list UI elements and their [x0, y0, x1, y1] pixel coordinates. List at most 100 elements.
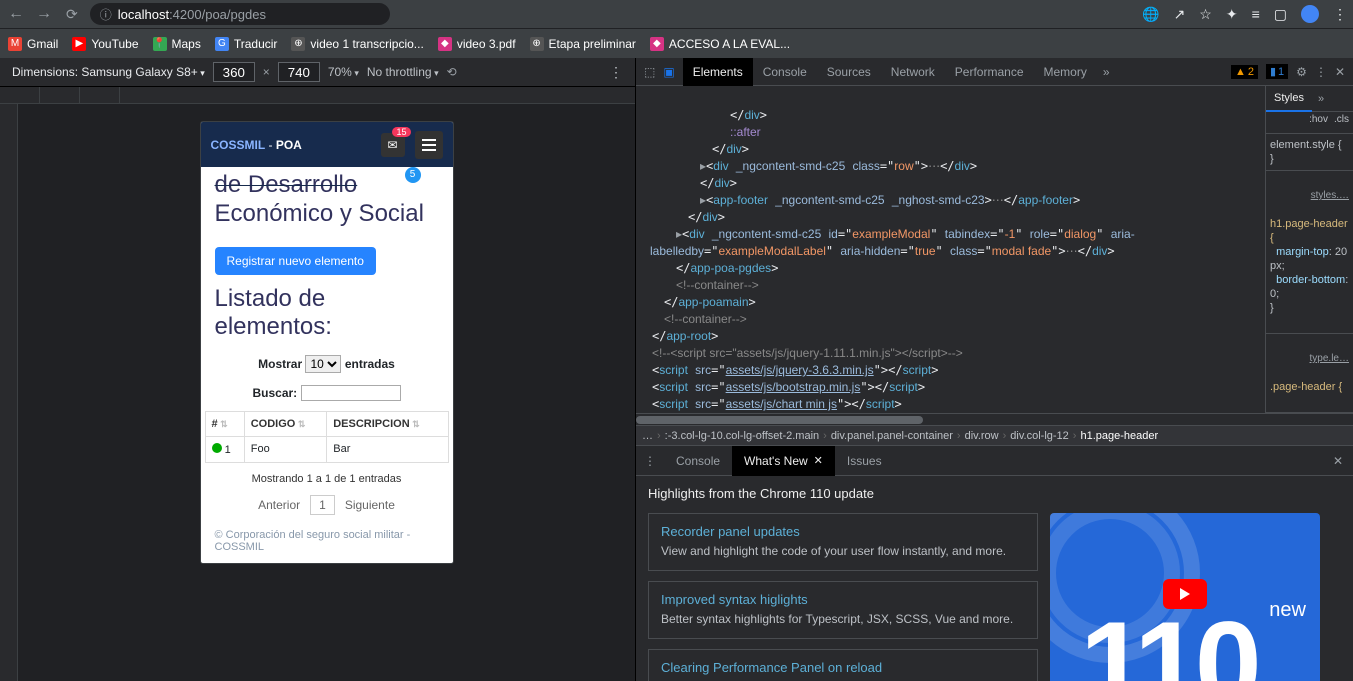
promo-new-label: new	[1269, 599, 1306, 622]
inspect-icon[interactable]: ⬚	[644, 65, 655, 79]
rotate-icon[interactable]: ⟲	[447, 65, 457, 79]
promo-version-label: 110	[1080, 595, 1256, 681]
datatable-length: Mostrar 10 entradas	[201, 349, 453, 379]
address-bar[interactable]: ⓘ localhost:4200/poa/pgdes	[90, 3, 390, 25]
dom-path-bar[interactable]: … ›:-3.col-lg-10.col-lg-offset-2.main›di…	[636, 425, 1353, 445]
whatsnew-card[interactable]: Improved syntax higlightsBetter syntax h…	[648, 581, 1038, 639]
devtools-menu-icon[interactable]: ⋮	[1315, 65, 1327, 79]
style-rule-block-2[interactable]: type.le… .page-header {	[1266, 334, 1353, 413]
devtools-tab-performance[interactable]: Performance	[945, 58, 1034, 86]
notification-badge: 15	[392, 127, 410, 137]
bookmark-item[interactable]: ◆ACCESO A LA EVAL...	[650, 37, 790, 51]
col-number[interactable]: #	[205, 411, 244, 436]
bookmarks-bar: MGmail ▶YouTube 📍Maps GTraducir ⊕video 1 tra…	[0, 28, 1353, 58]
devtools-drawer: ⋮ Console What's New✕ Issues ✕ Highlight…	[636, 445, 1353, 681]
bookmark-item[interactable]: GTraducir	[215, 37, 278, 51]
device-dropdown[interactable]: Dimensions: Samsung Galaxy S8+	[12, 65, 205, 79]
more-tabs-icon[interactable]: »	[1097, 65, 1116, 79]
hov-toggle[interactable]: :hov	[1309, 114, 1328, 131]
style-rule-block[interactable]: styles.… h1.page-header { margin-top: 20…	[1266, 171, 1353, 334]
devtools-tab-memory[interactable]: Memory	[1034, 58, 1097, 86]
issues-badge[interactable]: ▮1	[1266, 64, 1288, 79]
devtools-tab-network[interactable]: Network	[881, 58, 945, 86]
zoom-dropdown[interactable]: 70%	[328, 65, 359, 79]
page-length-select[interactable]: 10	[305, 355, 341, 373]
devtools-close-icon[interactable]: ✕	[1335, 65, 1345, 79]
whatsnew-card[interactable]: Clearing Performance Panel on reload	[648, 649, 1038, 681]
ruler-horizontal	[0, 86, 635, 104]
drawer-menu-icon[interactable]: ⋮	[636, 454, 664, 468]
extensions-icon[interactable]: ✦	[1226, 6, 1238, 23]
reading-list-icon[interactable]: ≡	[1252, 6, 1260, 22]
reload-icon[interactable]: ⟳	[66, 6, 78, 23]
element-style-block[interactable]: element.style { }	[1266, 134, 1353, 171]
hero-badge: 5	[405, 167, 421, 183]
devtools-tab-elements[interactable]: Elements	[683, 58, 753, 86]
styles-tab[interactable]: Styles	[1266, 86, 1312, 112]
search-input[interactable]	[301, 385, 401, 401]
back-icon[interactable]: ←	[6, 5, 26, 23]
app-top-bar: COSSMIL - POA ✉ 15	[201, 122, 453, 167]
translate-icon[interactable]: 🌐	[1142, 6, 1159, 23]
device-more-icon[interactable]: ⋮	[609, 64, 623, 81]
throttle-dropdown[interactable]: No throttling	[367, 65, 439, 79]
settings-icon[interactable]: ⚙	[1296, 65, 1307, 79]
bookmark-item[interactable]: ⊕Etapa preliminar	[530, 37, 636, 51]
close-tab-icon[interactable]: ✕	[814, 454, 823, 467]
bookmark-item[interactable]: MGmail	[8, 37, 58, 51]
whatsnew-video[interactable]: new 110	[1050, 513, 1320, 681]
whatsnew-headline: Highlights from the Chrome 110 update	[648, 486, 1341, 501]
register-button[interactable]: Registrar nuevo elemento	[215, 247, 376, 275]
menu-icon[interactable]: ⋮	[1333, 6, 1347, 23]
browser-chrome: ← → ⟳ ⓘ localhost:4200/poa/pgdes 🌐 ↗ ☆ ✦…	[0, 0, 1353, 28]
dom-tree[interactable]: </div> ::after </div> ▸<div _ngcontent-s…	[636, 86, 1265, 413]
warnings-badge[interactable]: ▲2	[1231, 65, 1258, 79]
menu-toggle-button[interactable]	[415, 131, 443, 159]
dom-scrollbar[interactable]	[636, 413, 1353, 425]
cls-toggle[interactable]: .cls	[1334, 114, 1349, 131]
bookmark-star-icon[interactable]: ☆	[1199, 6, 1212, 23]
device-height-input[interactable]	[278, 62, 320, 82]
device-toggle-icon[interactable]: ▣	[663, 65, 674, 79]
forward-icon[interactable]: →	[34, 5, 54, 23]
devtools-panel: ⬚ ▣ ElementsConsoleSourcesNetworkPerform…	[635, 58, 1353, 681]
col-code[interactable]: CODIGO	[244, 411, 327, 436]
whatsnew-card[interactable]: Recorder panel updatesView and highlight…	[648, 513, 1038, 571]
notifications-button[interactable]: ✉ 15	[381, 133, 405, 157]
page-title: de DesarrolloEconómico y Social 5	[215, 171, 439, 229]
prev-button[interactable]: Anterior	[258, 498, 300, 512]
dimension-separator: ×	[263, 65, 270, 79]
datatable-search: Buscar:	[201, 379, 453, 407]
profile-avatar-icon[interactable]	[1301, 5, 1319, 23]
table-row: 1 Foo Bar	[205, 436, 448, 462]
ruler-vertical	[0, 104, 18, 681]
drawer-tab-issues[interactable]: Issues	[835, 446, 894, 476]
styles-pane: Styles » :hov .cls element.style { } sty…	[1265, 86, 1353, 413]
app-brand: COSSMIL - POA	[211, 138, 302, 152]
data-table: # CODIGO DESCRIPCION 1 Foo Bar	[205, 411, 449, 463]
drawer-tab-whatsnew[interactable]: What's New✕	[732, 446, 835, 476]
devtools-tab-console[interactable]: Console	[753, 58, 817, 86]
styles-more-icon[interactable]: »	[1312, 93, 1330, 105]
bookmark-item[interactable]: ▶YouTube	[72, 37, 138, 51]
expand-icon[interactable]	[212, 443, 222, 453]
bookmark-item[interactable]: ⊕video 1 transcripcio...	[291, 37, 423, 51]
emulated-device: COSSMIL - POA ✉ 15 de DesarrolloEco	[201, 122, 453, 563]
drawer-close-icon[interactable]: ✕	[1323, 454, 1353, 468]
devtools-tab-sources[interactable]: Sources	[817, 58, 881, 86]
bookmark-item[interactable]: ◆video 3.pdf	[438, 37, 516, 51]
datatable-info: Mostrando 1 a 1 de 1 entradas	[201, 467, 453, 491]
share-icon[interactable]: ↗	[1174, 6, 1186, 23]
list-title: Listado de elementos:	[201, 285, 453, 349]
datatable-paging: Anterior 1 Siguiente	[201, 491, 453, 519]
media-icon[interactable]: ▢	[1274, 6, 1287, 23]
info-icon: ⓘ	[100, 6, 112, 23]
next-button[interactable]: Siguiente	[345, 498, 395, 512]
page-1-button[interactable]: 1	[310, 495, 335, 515]
col-desc[interactable]: DESCRIPCION	[327, 411, 448, 436]
url-host: localhost:4200/poa/pgdes	[118, 7, 266, 22]
drawer-tab-console[interactable]: Console	[664, 446, 732, 476]
device-width-input[interactable]	[213, 62, 255, 82]
device-emulator-panel: Dimensions: Samsung Galaxy S8+ × 70% No …	[0, 58, 635, 681]
bookmark-item[interactable]: 📍Maps	[153, 37, 201, 51]
